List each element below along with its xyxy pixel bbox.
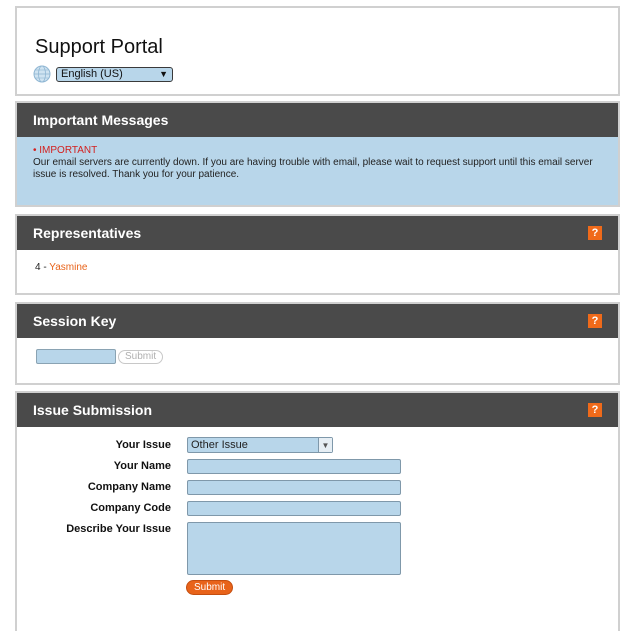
name-row: Your Name: [17, 457, 618, 478]
issue-submission-header: Issue Submission ?: [17, 393, 618, 427]
issue-type-row: Your Issue Other Issue ▼: [17, 436, 618, 457]
panel-title: Important Messages: [33, 112, 169, 128]
issue-submission-panel: Issue Submission ? Your Issue Other Issu…: [15, 391, 620, 631]
chevron-down-icon: ▼: [318, 438, 332, 452]
important-messages-panel: Important Messages • IMPORTANT Our email…: [15, 101, 620, 207]
message-text: Our email servers are currently down. If…: [33, 157, 593, 180]
panel-title: Session Key: [33, 313, 117, 329]
page-title: Support Portal: [35, 36, 163, 58]
portal-header: Support Portal English (US) ▼: [15, 6, 620, 96]
help-icon[interactable]: ?: [588, 314, 602, 328]
representatives-list: 4 - Yasmine: [17, 250, 618, 285]
issue-submit-button[interactable]: Submit: [186, 580, 234, 595]
describe-label: Describe Your Issue: [66, 523, 171, 535]
describe-row: Describe Your Issue: [17, 520, 618, 580]
session-key-form: Submit: [17, 338, 618, 375]
session-submit-button[interactable]: Submit: [118, 349, 164, 364]
submit-row: Submit: [17, 580, 618, 601]
message-tag: • IMPORTANT: [33, 145, 98, 156]
issue-type-value: Other Issue: [191, 439, 248, 451]
rep-separator: -: [40, 262, 50, 273]
panel-title: Issue Submission: [33, 402, 153, 418]
issue-type-select[interactable]: Other Issue ▼: [187, 437, 333, 453]
help-icon[interactable]: ?: [588, 403, 602, 417]
company-row: Company Name: [17, 478, 618, 499]
session-key-panel: Session Key ? Submit: [15, 302, 620, 385]
message-body: • IMPORTANT Our email servers are curren…: [17, 137, 618, 205]
issue-form: Your Issue Other Issue ▼ Your Name Compa…: [17, 427, 618, 601]
help-icon[interactable]: ?: [588, 226, 602, 240]
session-key-header: Session Key ?: [17, 304, 618, 338]
globe-icon: [33, 65, 51, 83]
name-input[interactable]: [187, 459, 401, 474]
name-label: Your Name: [113, 460, 171, 472]
language-row: English (US) ▼: [33, 65, 173, 83]
representatives-header: Representatives ?: [17, 216, 618, 250]
language-select-value: English (US): [61, 68, 123, 80]
company-code-label: Company Code: [90, 502, 171, 514]
company-input[interactable]: [187, 480, 401, 495]
important-messages-header: Important Messages: [17, 103, 618, 137]
panel-title: Representatives: [33, 225, 142, 241]
company-code-input[interactable]: [187, 501, 401, 516]
rep-name-link[interactable]: Yasmine: [49, 262, 87, 273]
session-key-input[interactable]: [36, 349, 116, 364]
company-label: Company Name: [87, 481, 171, 493]
describe-textarea[interactable]: [187, 522, 401, 575]
list-item: 4 - Yasmine: [35, 262, 600, 273]
company-code-row: Company Code: [17, 499, 618, 520]
representatives-panel: Representatives ? 4 - Yasmine: [15, 214, 620, 295]
language-select[interactable]: English (US) ▼: [56, 66, 173, 82]
chevron-down-icon: ▼: [159, 69, 168, 79]
issue-type-label: Your Issue: [115, 439, 171, 451]
